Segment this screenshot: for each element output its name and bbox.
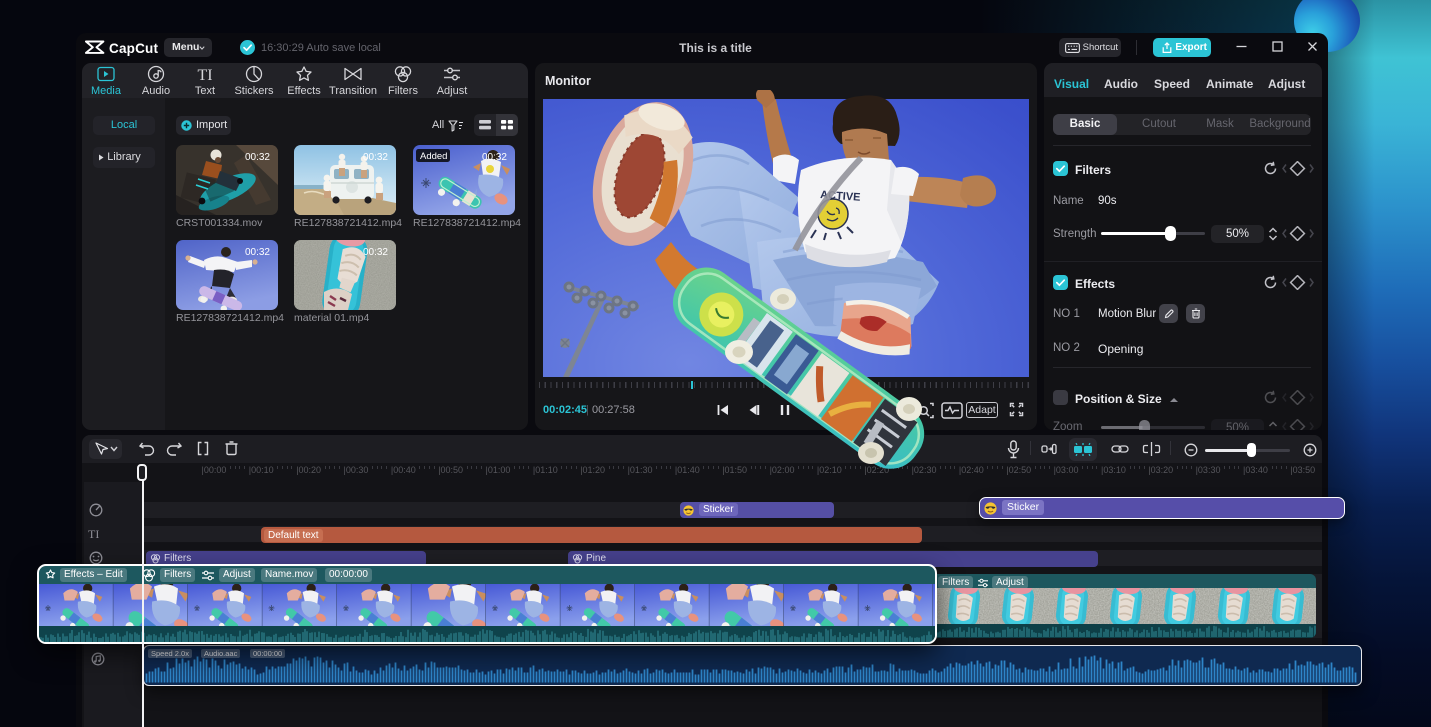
svg-text:00:32: 00:32 (482, 152, 507, 163)
svg-text:00:32: 00:32 (363, 247, 388, 258)
svg-text:00:32: 00:32 (363, 152, 388, 163)
svg-text:Added: Added (420, 151, 447, 162)
svg-text:00:32: 00:32 (245, 247, 270, 258)
svg-text:TI: TI (197, 67, 212, 84)
svg-text:00:32: 00:32 (245, 152, 270, 163)
